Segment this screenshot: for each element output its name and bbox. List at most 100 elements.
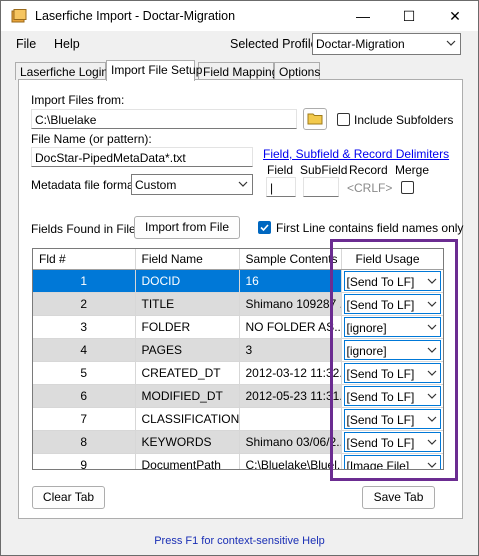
field-usage-value: [Send To LF] xyxy=(346,274,415,289)
field-number-cell[interactable]: 2 xyxy=(33,292,136,316)
tab-label: Field Mapping xyxy=(203,65,279,79)
include-subfolders-checkbox[interactable] xyxy=(337,113,350,126)
tab-field-mapping[interactable]: Field Mapping xyxy=(198,62,278,80)
clear-tab-button[interactable]: Clear Tab xyxy=(32,486,105,509)
field-usage-select[interactable]: [Image File] xyxy=(343,454,441,470)
sample-contents-cell[interactable]: Shimano 03/06/2... xyxy=(239,430,342,454)
field-name-cell[interactable]: KEYWORDS xyxy=(135,430,240,454)
sample-contents-cell[interactable]: C:\Bluelake\Bluel... xyxy=(239,453,342,469)
field-usage-cell: [Image File] xyxy=(341,453,443,470)
field-delimiter-value: | xyxy=(270,181,274,195)
field-usage-select[interactable]: [Send To LF] xyxy=(343,431,441,452)
field-name-cell[interactable]: DOCID xyxy=(135,269,240,293)
merge-label: Merge xyxy=(395,163,430,177)
field-number-cell[interactable]: 6 xyxy=(33,384,136,408)
chevron-down-icon xyxy=(446,40,456,46)
field-name-cell[interactable]: FOLDER xyxy=(135,315,240,339)
tab-laserfiche-login[interactable]: Laserfiche Login xyxy=(15,62,108,80)
sample-contents-cell[interactable]: 3 xyxy=(239,338,342,362)
chevron-down-icon xyxy=(427,462,436,468)
field-name-cell[interactable]: CLASSIFICATION xyxy=(135,407,240,431)
first-line-names-checkbox[interactable] xyxy=(258,221,271,234)
tab-options[interactable]: Options xyxy=(274,62,320,80)
field-number-cell[interactable]: 9 xyxy=(33,453,136,469)
field-number-cell[interactable]: 4 xyxy=(33,338,136,362)
close-button[interactable]: ✕ xyxy=(432,1,478,31)
sample-contents-cell[interactable]: Shimano 109287 ... xyxy=(239,292,342,316)
sample-contents-cell[interactable] xyxy=(239,407,342,431)
field-name-cell[interactable]: PAGES xyxy=(135,338,240,362)
field-delimiter-input[interactable]: | xyxy=(266,177,296,197)
sample-contents-cell[interactable]: NO FOLDER AS... xyxy=(239,315,342,339)
field-usage-value: [Send To LF] xyxy=(346,366,415,381)
field-number-cell[interactable]: 7 xyxy=(33,407,136,431)
field-usage-value: [Image File] xyxy=(346,458,410,470)
field-number-cell[interactable]: 3 xyxy=(33,315,136,339)
field-usage-select[interactable]: [Send To LF] xyxy=(343,385,441,406)
sample-contents-cell[interactable]: 2012-03-12 11:32... xyxy=(239,361,342,385)
column-header[interactable]: Field Name xyxy=(135,249,240,270)
field-usage-select[interactable]: [ignore] xyxy=(343,316,441,337)
field-usage-select[interactable]: [Send To LF] xyxy=(343,270,441,291)
field-name-cell[interactable]: MODIFIED_DT xyxy=(135,384,240,408)
import-from-label: Import Files from: xyxy=(31,93,125,107)
field-name-cell[interactable]: DocumentPath xyxy=(135,453,240,469)
metadata-format-value: Custom xyxy=(135,178,177,192)
app-window: Laserfiche Import - Doctar-Migration — ☐… xyxy=(0,0,479,556)
window-title: Laserfiche Import - Doctar-Migration xyxy=(35,9,236,23)
merge-checkbox[interactable] xyxy=(401,181,414,194)
field-usage-select[interactable]: [ignore] xyxy=(343,339,441,360)
table-row[interactable]: 6 MODIFIED_DT 2012-05-23 11:31... [Send To … xyxy=(33,384,443,408)
column-header[interactable]: Field Usage xyxy=(341,249,443,270)
metadata-format-select[interactable]: Custom xyxy=(131,174,253,195)
profile-select[interactable]: Doctar-Migration xyxy=(312,33,461,55)
maximize-button[interactable]: ☐ xyxy=(386,1,432,31)
filename-input[interactable]: DocStar-PipedMetaData*.txt xyxy=(31,147,253,167)
minimize-button[interactable]: — xyxy=(340,1,386,31)
import-from-value: C:\Bluelake xyxy=(35,113,97,127)
field-number-cell[interactable]: 8 xyxy=(33,430,136,454)
sample-contents-cell[interactable]: 16 xyxy=(239,269,342,293)
import-from-input[interactable]: C:\Bluelake xyxy=(31,109,297,129)
field-usage-value: [ignore] xyxy=(346,320,387,335)
sample-contents-cell[interactable]: 2012-05-23 11:31... xyxy=(239,384,342,408)
menu-help[interactable]: Help xyxy=(54,37,80,51)
browse-folder-button[interactable] xyxy=(303,108,327,130)
chevron-down-icon xyxy=(427,347,436,353)
field-number-cell[interactable]: 1 xyxy=(33,269,136,293)
table-row[interactable]: 1 DOCID 16 [Send To LF] xyxy=(33,269,443,293)
chevron-down-icon xyxy=(238,181,248,187)
table-row[interactable]: 8 KEYWORDS Shimano 03/06/2... [Send To LF] xyxy=(33,430,443,454)
tab-label: Options xyxy=(279,65,321,79)
save-tab-button[interactable]: Save Tab xyxy=(362,486,435,509)
table-row[interactable]: 4 PAGES 3 [ignore] xyxy=(33,338,443,362)
field-usage-select[interactable]: [Send To LF] xyxy=(343,362,441,383)
table-row[interactable]: 5 CREATED_DT 2012-03-12 11:32... [Send To L… xyxy=(33,361,443,385)
chevron-down-icon xyxy=(427,278,436,284)
tab-import-file-setup[interactable]: Import File Setup xyxy=(106,60,202,81)
table-row[interactable]: 7 CLASSIFICATION [Send To LF] xyxy=(33,407,443,431)
delimiters-link[interactable]: Field, Subfield & Record Delimiters xyxy=(263,147,449,161)
column-header[interactable]: Fld # xyxy=(33,249,136,270)
table-row[interactable]: 3 FOLDER NO FOLDER AS... [ignore] xyxy=(33,315,443,339)
menu-file[interactable]: File xyxy=(16,37,36,51)
field-number-cell[interactable]: 5 xyxy=(33,361,136,385)
column-header[interactable]: Sample Contents xyxy=(239,249,342,270)
field-usage-value: [Send To LF] xyxy=(346,412,415,427)
subfield-delimiter-input[interactable] xyxy=(303,177,339,197)
table-row[interactable]: 9 DocumentPath C:\Bluelake\Bluel... [Image … xyxy=(33,453,443,470)
field-usage-value: [ignore] xyxy=(346,343,387,358)
field-name-cell[interactable]: TITLE xyxy=(135,292,240,316)
field-name-cell[interactable]: CREATED_DT xyxy=(135,361,240,385)
field-usage-cell: [Send To LF] xyxy=(341,361,443,385)
import-from-file-button[interactable]: Import from File xyxy=(134,216,240,239)
profile-select-value: Doctar-Migration xyxy=(316,37,405,51)
field-usage-value: [Send To LF] xyxy=(346,435,415,450)
minimize-icon: — xyxy=(356,8,370,24)
field-usage-value: [Send To LF] xyxy=(346,389,415,404)
field-usage-select[interactable]: [Send To LF] xyxy=(343,408,441,429)
fields-found-label: Fields Found in File xyxy=(31,222,136,236)
field-usage-cell: [Send To LF] xyxy=(341,430,443,454)
field-usage-select[interactable]: [Send To LF] xyxy=(343,293,441,314)
table-row[interactable]: 2 TITLE Shimano 109287 ... [Send To LF] xyxy=(33,292,443,316)
